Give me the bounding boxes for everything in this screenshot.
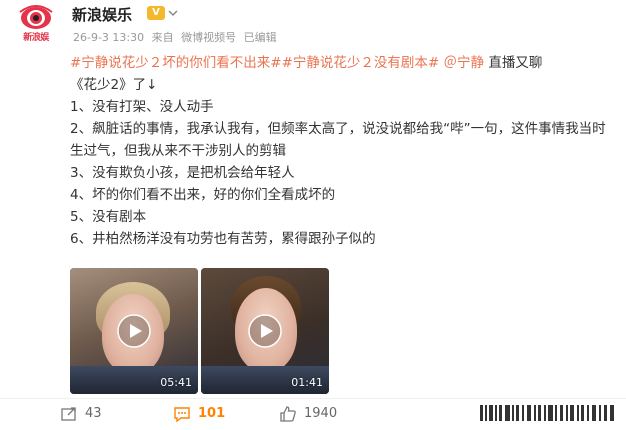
hashtag-link[interactable]: #宁静说花少２没有剧本# (282, 55, 440, 71)
intro-text: 直播又聊 (488, 55, 543, 71)
like-count: 1940 (304, 406, 338, 421)
chevron-down-icon[interactable] (168, 8, 178, 18)
list-item: 1、没有打架、没人动手 (70, 99, 214, 115)
like-button[interactable]: 1940 (279, 405, 349, 423)
list-item: 5、没有剧本 (70, 209, 147, 225)
list-item: 2、飙脏话的事情，我承认我有，但频率太高了，说没说都给我“哔”一句，这件事情我当… (70, 121, 606, 159)
author-name[interactable]: 新浪娱乐 (72, 4, 132, 25)
post-source[interactable]: 微博视频号 (181, 31, 236, 44)
repost-button[interactable]: 43 (60, 405, 120, 423)
post-date[interactable]: 26-9-3 13:30 (73, 31, 144, 44)
comment-icon (174, 407, 190, 423)
play-icon[interactable] (117, 314, 151, 348)
comment-count: 101 (198, 406, 226, 421)
video-duration: 05:41 (160, 376, 192, 389)
watermark-barcode (480, 405, 616, 421)
post-meta: 26-9-3 13:30 来自 微博视频号 已编辑 (73, 29, 281, 45)
vip-badge-icon: V (147, 6, 165, 20)
divider (0, 398, 626, 399)
hashtag-link[interactable]: #宁静说花少２坏的你们看不出来# (70, 55, 282, 71)
list-item: 3、没有欺负小孩，是把机会给年轻人 (70, 165, 295, 181)
thumbs-up-icon (280, 406, 296, 422)
repost-icon (61, 407, 76, 421)
post-content: #宁静说花少２坏的你们看不出来##宁静说花少２没有剧本# ＠宁静 直播又聊 《花… (70, 52, 610, 250)
edited-label: 已编辑 (243, 31, 277, 44)
list-item: 6、井柏然杨洋没有功劳也有苦劳，累得跟孙子似的 (70, 231, 376, 247)
video-duration: 01:41 (291, 376, 323, 389)
mention-link[interactable]: ＠宁静 (444, 55, 485, 71)
play-icon[interactable] (248, 314, 282, 348)
video-thumbnail[interactable]: 01:41 (201, 268, 329, 394)
comment-button[interactable]: 101 (173, 405, 243, 423)
intro-line: #宁静说花少２坏的你们看不出来##宁静说花少２没有剧本# ＠宁静 直播又聊 (70, 52, 610, 74)
repost-count: 43 (85, 406, 102, 421)
video-thumbnail[interactable]: 05:41 (70, 268, 198, 394)
source-prefix: 来自 (151, 31, 174, 44)
intro-line-2: 《花少2》了↓ (70, 77, 158, 93)
list-item: 4、坏的你们看不出来，好的你们全看成坏的 (70, 187, 336, 203)
avatar[interactable]: 新浪娱 (14, 2, 58, 46)
avatar-text: 新浪娱 (23, 33, 49, 43)
